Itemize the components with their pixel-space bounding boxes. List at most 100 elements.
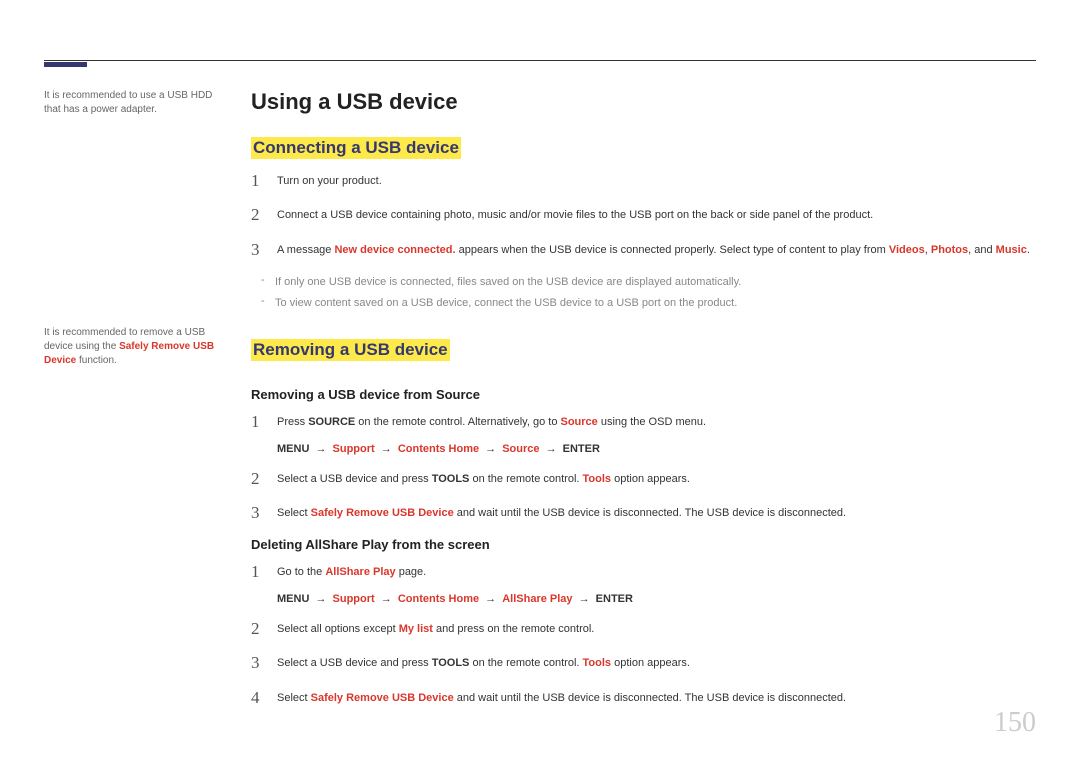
step-text: Select all options except My list and pr…	[277, 619, 594, 638]
sidebar-note-1: It is recommended to use a USB HDD that …	[44, 89, 229, 117]
text-bold: SOURCE	[308, 416, 355, 428]
menu-sep: →	[546, 443, 557, 455]
page-number: 150	[994, 707, 1036, 739]
step-row: 1 Turn on your product.	[251, 171, 1036, 191]
sidebar: It is recommended to use a USB HDD that …	[44, 89, 229, 722]
text-fragment: and press on the remote control.	[433, 623, 594, 635]
text-fragment: on the remote control.	[469, 473, 582, 485]
step-text: Select a USB device and press TOOLS on t…	[277, 469, 690, 488]
text-fragment: on the remote control. Alternatively, go…	[355, 416, 560, 428]
menu-sep: →	[315, 443, 326, 455]
step-text: Select Safely Remove USB Device and wait…	[277, 503, 846, 522]
subsection-heading: Removing a USB device from Source	[251, 387, 1036, 402]
menu-item: MENU	[277, 593, 309, 605]
note-row: - If only one USB device is connected, f…	[261, 274, 1036, 291]
text-emph: Safely Remove USB Device	[311, 507, 454, 519]
text-fragment: Select	[277, 692, 311, 704]
subsection-heading: Deleting AllShare Play from the screen	[251, 537, 1036, 552]
step-row: 2 Select a USB device and press TOOLS on…	[251, 469, 1036, 489]
menu-sep: →	[579, 593, 590, 605]
menu-item: MENU	[277, 443, 309, 455]
step-row: 2 Select all options except My list and …	[251, 619, 1036, 639]
step-number: 1	[251, 412, 277, 432]
step-row: 1 Go to the AllShare Play page.	[251, 562, 1036, 582]
menu-item: ENTER	[596, 593, 633, 605]
text-emph: AllShare Play	[325, 566, 395, 578]
step-number: 2	[251, 205, 277, 225]
step-number: 2	[251, 469, 277, 489]
section-heading-connecting: Connecting a USB device	[251, 137, 461, 159]
header-divider	[44, 60, 1036, 61]
sidebar-note-2: It is recommended to remove a USB device…	[44, 326, 229, 368]
text-emph: Safely Remove USB Device	[311, 692, 454, 704]
menu-path: MENU → Support → Contents Home → AllShar…	[277, 593, 1036, 605]
text-fragment: on the remote control.	[469, 657, 582, 669]
text-fragment: appears when the USB device is connected…	[456, 244, 889, 256]
menu-item: Support	[333, 593, 375, 605]
text-emph: Tools	[583, 657, 612, 669]
step-row: 1 Press SOURCE on the remote control. Al…	[251, 412, 1036, 432]
main-column: Using a USB device Connecting a USB devi…	[251, 89, 1036, 722]
text-fragment: A message	[277, 244, 334, 256]
step-text: Go to the AllShare Play page.	[277, 562, 426, 581]
text-bold: TOOLS	[432, 657, 470, 669]
text-fragment: Go to the	[277, 566, 325, 578]
menu-sep: →	[381, 593, 392, 605]
text-fragment: Select all options except	[277, 623, 399, 635]
text-fragment: page.	[396, 566, 427, 578]
text-fragment: , and	[968, 244, 996, 256]
note-text: If only one USB device is connected, fil…	[275, 274, 741, 291]
text-fragment: .	[1027, 244, 1030, 256]
step-row: 3 A message New device connected. appear…	[251, 240, 1036, 260]
menu-sep: →	[485, 443, 496, 455]
text-fragment: using the OSD menu.	[598, 416, 706, 428]
menu-item: ENTER	[563, 443, 600, 455]
text-emph: My list	[399, 623, 433, 635]
step-number: 3	[251, 240, 277, 260]
text-fragment: Press	[277, 416, 308, 428]
step-row: 3 Select a USB device and press TOOLS on…	[251, 653, 1036, 673]
step-text: A message New device connected. appears …	[277, 240, 1030, 259]
accent-bar	[44, 62, 87, 67]
note-text: To view content saved on a USB device, c…	[275, 295, 737, 312]
step-text: Turn on your product.	[277, 171, 382, 190]
step-number: 2	[251, 619, 277, 639]
text-fragment: option appears.	[611, 657, 690, 669]
menu-sep: →	[315, 593, 326, 605]
note-dash: -	[261, 274, 275, 286]
step-text: Connect a USB device containing photo, m…	[277, 205, 873, 224]
step-row: 4 Select Safely Remove USB Device and wa…	[251, 688, 1036, 708]
section-heading-removing: Removing a USB device	[251, 339, 450, 361]
text-emph: Music	[996, 244, 1027, 256]
menu-item: AllShare Play	[502, 593, 572, 605]
text-emph: Tools	[583, 473, 612, 485]
note-row: - To view content saved on a USB device,…	[261, 295, 1036, 312]
text-emph: Source	[561, 416, 598, 428]
step-number: 1	[251, 171, 277, 191]
menu-item: Contents Home	[398, 593, 479, 605]
menu-path: MENU → Support → Contents Home → Source …	[277, 443, 1036, 455]
text-fragment: and wait until the USB device is disconn…	[454, 507, 846, 519]
menu-sep: →	[381, 443, 392, 455]
step-number: 1	[251, 562, 277, 582]
step-text: Select a USB device and press TOOLS on t…	[277, 653, 690, 672]
note-dash: -	[261, 295, 275, 307]
menu-sep: →	[485, 593, 496, 605]
text-emph: Photos	[931, 244, 968, 256]
text-emph: Videos	[889, 244, 925, 256]
page-title: Using a USB device	[251, 89, 1036, 115]
step-number: 3	[251, 653, 277, 673]
text-fragment: and wait until the USB device is disconn…	[454, 692, 846, 704]
step-number: 3	[251, 503, 277, 523]
text-fragment: Select a USB device and press	[277, 473, 432, 485]
sidebar-note-2-suffix: function.	[76, 355, 117, 366]
menu-item: Contents Home	[398, 443, 479, 455]
text-emph: New device connected.	[334, 244, 455, 256]
text-fragment: option appears.	[611, 473, 690, 485]
step-text: Press SOURCE on the remote control. Alte…	[277, 412, 706, 431]
step-row: 3 Select Safely Remove USB Device and wa…	[251, 503, 1036, 523]
menu-item: Support	[333, 443, 375, 455]
page-content: It is recommended to use a USB HDD that …	[44, 89, 1036, 722]
text-bold: TOOLS	[432, 473, 470, 485]
step-number: 4	[251, 688, 277, 708]
